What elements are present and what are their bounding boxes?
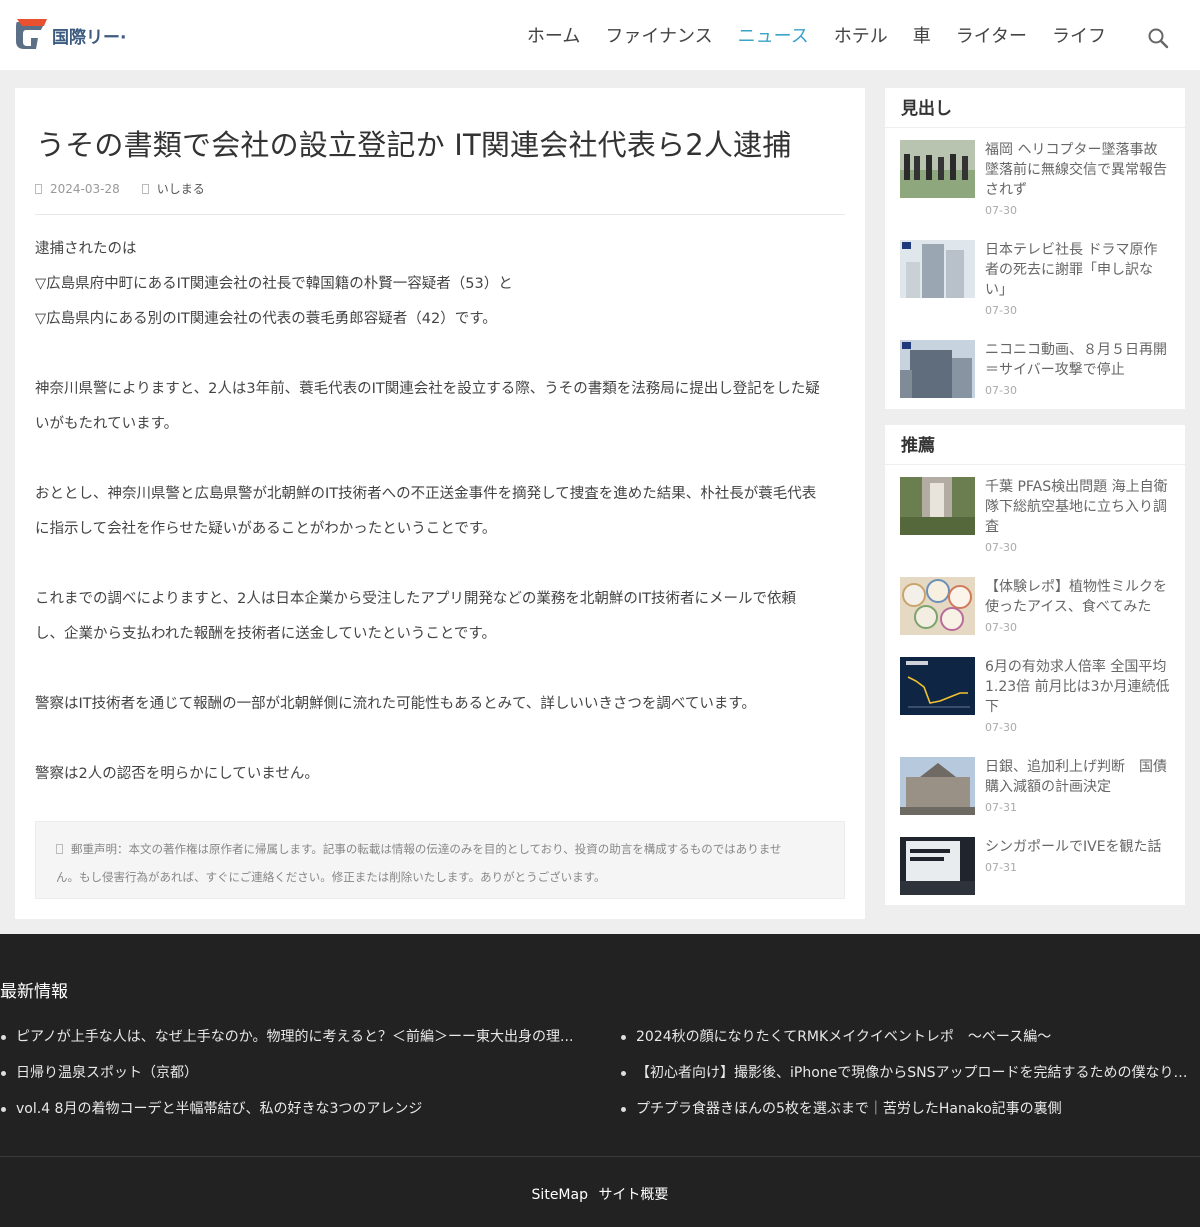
footer-links: SiteMap サイト概要 [0, 1184, 1200, 1204]
article-date-text: 2024-03-28 [50, 181, 120, 196]
post-date: 07-30 [985, 304, 1017, 317]
post-thumbnail[interactable] [900, 240, 975, 298]
latest-list-right: 2024秋の顔になりたくてRMKメイクイベントレポ 〜ベース編〜 【初心者向け】… [620, 1026, 1200, 1134]
post-date: 07-30 [985, 721, 1017, 734]
post-title[interactable]: 日本テレビ社長 ドラマ原作者の死去に謝罪「申し訳ない」 [985, 240, 1170, 300]
recommended-widget: 推薦 千葉 PFAS検出問題 海上自衛隊下総航空基地に立ち入り調査 07-30 … [885, 425, 1185, 905]
nav-finance[interactable]: ファイナンス [605, 22, 712, 48]
latest-link[interactable]: 日帰り温泉スポット（京都） [0, 1062, 590, 1098]
paragraph: に指示して会社を作らせた疑いがあることがわかったということです。 [35, 521, 497, 537]
post-date: 07-30 [985, 204, 1017, 217]
article-title: うその書類で会社の設立登記か IT関連会社代表ら2人逮捕 [36, 128, 792, 162]
paragraph: 警察はIT技術者を通じて報酬の一部が北朝鮮側に流れた可能性もあるとみて、詳しいい… [35, 696, 756, 712]
search-icon[interactable] [1146, 26, 1170, 50]
user-icon [141, 183, 149, 194]
paragraph: これまでの調べによりますと、2人は日本企業から受注したアプリ開発などの業務を北朝… [35, 591, 796, 607]
nav-news[interactable]: ニュース [738, 22, 809, 48]
nav-car[interactable]: 車 [913, 22, 931, 48]
post-date: 07-30 [985, 621, 1017, 634]
divider [35, 214, 845, 215]
latest-list-left: ピアノが上手な人は、なぜ上手なのか。物理的に考えると？＜前編＞ーー東大出身の理.… [0, 1026, 590, 1134]
copyright-notice: 郵重声明：本文の著作権は原作者に帰属します。記事の転載は情報の伝達のみを目的とし… [35, 821, 845, 899]
paragraph: 神奈川県警によりますと、2人は3年前、蓑毛代表のIT関連会社を設立する際、うその… [35, 381, 820, 397]
article-date: 2024-03-28 [35, 182, 120, 196]
post-title[interactable]: 6月の有効求人倍率 全国平均1.23倍 前月比は3か月連続低下 [985, 657, 1170, 717]
paragraph: 警察は2人の認否を明らかにしていません。 [35, 766, 319, 782]
latest-link[interactable]: プチプラ食器きほんの5枚を選ぶまで｜苦労したHanako記事の裏側 [620, 1098, 1200, 1134]
post-title[interactable]: 【体験レポ】植物性ミルクを使ったアイス、食べてみた [985, 577, 1170, 617]
paragraph: ▽広島県府中町にあるIT関連会社の社長で韓国籍の朴賢一容疑者（53）と [35, 276, 513, 292]
paragraph: おととし、神奈川県警と広島県警が北朝鮮のIT技術者への不正送金事件を摘発して捜査… [35, 486, 817, 502]
post-thumbnail[interactable] [900, 837, 975, 895]
post-title[interactable]: シンガポールでIVEを観た話 [985, 837, 1170, 857]
latest-link[interactable]: vol.4 8月の着物コーデと半幅帯結び、私の好きな3つのアレンジ [0, 1098, 590, 1134]
paragraph: いがもたれています。 [35, 416, 179, 432]
post-thumbnail[interactable] [900, 657, 975, 715]
logo-text: 国際リー· [52, 27, 127, 48]
headlines-widget: 見出し 福岡 ヘリコプター墜落事故 墜落前に無線交信で異常報告されず 07-30… [885, 88, 1185, 409]
notice-icon [56, 844, 63, 854]
post-title[interactable]: 福岡 ヘリコプター墜落事故 墜落前に無線交信で異常報告されず [985, 140, 1170, 200]
latest-link[interactable]: 2024秋の顔になりたくてRMKメイクイベントレポ 〜ベース編〜 [620, 1026, 1200, 1062]
notice-line-2: ん。もし侵害行為があれば、すぐにご連絡ください。修正または削除いたします。ありが… [56, 870, 606, 884]
post-title[interactable]: ニコニコ動画、８月５日再開＝サイバー攻撃で停止 [985, 340, 1170, 380]
calendar-icon [35, 183, 42, 194]
post-date: 07-31 [985, 801, 1017, 814]
nav-writer[interactable]: ライター [956, 22, 1027, 48]
post-thumbnail[interactable] [900, 577, 975, 635]
post-title[interactable]: 千葉 PFAS検出問題 海上自衛隊下総航空基地に立ち入り調査 [985, 477, 1170, 537]
recommended-title: 推薦 [885, 425, 1185, 465]
main-nav: ホーム ファイナンス ニュース ホテル 車 ライター ライフ [502, 0, 1106, 70]
nav-home[interactable]: ホーム [527, 22, 580, 48]
article-author[interactable]: いしまる [141, 180, 205, 197]
article-meta: 2024-03-28 いしまる [35, 180, 227, 197]
nav-hotel[interactable]: ホテル [834, 22, 888, 48]
article-body: 逮捕されたのは ▽広島県府中町にあるIT関連会社の社長で韓国籍の朴賢一容疑者（5… [35, 232, 847, 792]
headlines-title: 見出し [885, 88, 1185, 128]
paragraph: 逮捕されたのは [35, 241, 137, 257]
nav-life[interactable]: ライフ [1052, 22, 1106, 48]
paragraph: し、企業から支払われた報酬を技術者に送金していたということです。 [35, 626, 496, 642]
post-title[interactable]: 日銀、追加利上げ判断 国債購入減額の計画決定 [985, 757, 1170, 797]
post-thumbnail[interactable] [900, 477, 975, 535]
site-footer: 最新情報 ピアノが上手な人は、なぜ上手なのか。物理的に考えると？＜前編＞ーー東大… [0, 934, 1200, 1227]
post-date: 07-31 [985, 861, 1017, 874]
paragraph: ▽広島県内にある別のIT関連会社の代表の蓑毛勇郎容疑者（42）です。 [35, 311, 497, 327]
site-logo[interactable]: 国際リー· [14, 17, 126, 53]
sitemap-link[interactable]: SiteMap [532, 1187, 588, 1203]
latest-link[interactable]: 【初心者向け】撮影後、iPhoneで現像からSNSアップロードを完結するための僕… [620, 1062, 1200, 1098]
post-date: 07-30 [985, 384, 1017, 397]
article-card: うその書類で会社の設立登記か IT関連会社代表ら2人逮捕 2024-03-28 … [15, 88, 865, 919]
notice-line-1: 郵重声明：本文の著作権は原作者に帰属します。記事の転載は情報の伝達のみを目的とし… [71, 842, 782, 856]
latest-link[interactable]: ピアノが上手な人は、なぜ上手なのか。物理的に考えると？＜前編＞ーー東大出身の理.… [0, 1026, 590, 1062]
footer-title: 最新情報 [0, 982, 68, 1002]
logo-mark-icon [16, 19, 47, 49]
article-author-name[interactable]: いしまる [157, 180, 205, 197]
footer-divider [0, 1156, 1200, 1157]
post-thumbnail[interactable] [900, 140, 975, 198]
post-thumbnail[interactable] [900, 340, 975, 398]
post-date: 07-30 [985, 541, 1017, 554]
post-thumbnail[interactable] [900, 757, 975, 815]
site-header: 国際リー· ホーム ファイナンス ニュース ホテル 車 ライター ライフ [0, 0, 1200, 70]
site-overview-link[interactable]: サイト概要 [598, 1187, 668, 1203]
